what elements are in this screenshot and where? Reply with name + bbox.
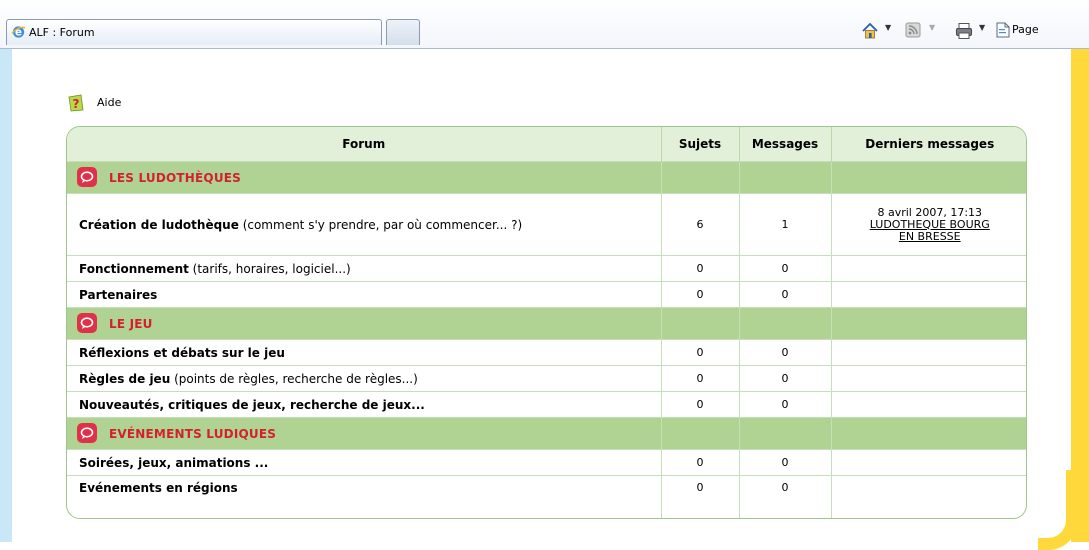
category-cell: LES LUDOTHÈQUES (67, 161, 662, 194)
category-title[interactable]: LE JEU (109, 317, 153, 331)
forum-link[interactable]: Soirées, jeux, animations ... (79, 456, 268, 470)
messages-count: 0 (739, 339, 832, 366)
print-icon (956, 23, 972, 39)
home-button[interactable]: ▼ (859, 20, 895, 42)
category-title[interactable]: LES LUDOTHÈQUES (109, 171, 241, 185)
command-bar: ▼ ▼ ▼ Page (859, 20, 1089, 42)
category-icon (77, 167, 97, 187)
home-icon (862, 22, 878, 39)
messages-count: 0 (739, 391, 832, 418)
forum-cell: Nouveautés, critiques de jeux, recherche… (67, 391, 662, 418)
topics-count: 0 (661, 449, 740, 476)
messages-count: 0 (739, 365, 832, 392)
forum-cell: Partenaires (67, 281, 662, 308)
col-header-forum: Forum (67, 127, 662, 162)
forum-link[interactable]: Nouveautés, critiques de jeux, recherche… (79, 398, 425, 412)
last-post-cell (831, 255, 1026, 282)
topics-count: 6 (661, 193, 740, 256)
last-post-cell (831, 391, 1026, 418)
forum-link[interactable]: Réflexions et débats sur le jeu (79, 346, 285, 360)
forum-link[interactable]: Règles de jeu (79, 372, 170, 386)
page-menu-label: Page (1012, 23, 1039, 36)
page-corner-decoration (1038, 470, 1078, 550)
forum-link[interactable]: Création de ludothèque (79, 218, 239, 232)
tab-title: ALF : Forum (29, 26, 95, 39)
page-right-border (1071, 49, 1089, 542)
feeds-icon (905, 22, 921, 38)
feeds-button[interactable]: ▼ (903, 20, 943, 42)
forum-row: Création de ludothèque (comment s'y pren… (67, 193, 1026, 256)
forum-cell: Evénements en régions (67, 475, 662, 518)
page-left-border (0, 49, 12, 542)
page-icon (996, 22, 1010, 38)
category-cell: LE JEU (67, 307, 662, 340)
category-row: LE JEU (67, 307, 1026, 340)
messages-count: 0 (739, 255, 832, 282)
last-post-cell (831, 281, 1026, 308)
forum-description: (comment s'y prendre, par où commencer..… (238, 217, 523, 232)
category-title[interactable]: EVÉNEMENTS LUDIQUES (109, 427, 276, 441)
category-icon (77, 423, 97, 443)
forum-row: Evénements en régions 0 0 (67, 475, 1026, 518)
forum-link[interactable]: Partenaires (79, 288, 157, 302)
last-post-author-line2: EN BRESSE (898, 229, 961, 243)
forum-row: Fonctionnement (tarifs, horaires, logici… (67, 255, 1026, 282)
messages-count: 0 (739, 281, 832, 308)
messages-count: 0 (739, 449, 832, 476)
forum-row: Nouveautés, critiques de jeux, recherche… (67, 391, 1026, 418)
last-post-cell (831, 475, 1026, 518)
forum-cell: Création de ludothèque (comment s'y pren… (67, 193, 662, 256)
print-button[interactable]: ▼ (953, 20, 989, 42)
forum-cell: Fonctionnement (tarifs, horaires, logici… (67, 255, 662, 282)
forum-cell: Réflexions et débats sur le jeu (67, 339, 662, 366)
col-header-messages: Messages (739, 127, 832, 162)
topics-count: 0 (661, 475, 740, 518)
forum-cell: Soirées, jeux, animations ... (67, 449, 662, 476)
help-label: Aide (97, 96, 122, 109)
category-row: EVÉNEMENTS LUDIQUES (67, 417, 1026, 450)
table-header-row: Forum Sujets Messages Derniers messages (67, 127, 1026, 162)
topics-count: 0 (661, 339, 740, 366)
messages-count: 0 (739, 475, 832, 518)
browser-tab-strip: e ALF : Forum ▼ ▼ ▼ Page (0, 0, 1089, 49)
ie-icon: e (11, 26, 26, 39)
topics-count: 0 (661, 391, 740, 418)
last-post-cell (831, 365, 1026, 392)
category-cell: EVÉNEMENTS LUDIQUES (67, 417, 662, 450)
last-post-cell: 8 avril 2007, 17:13 LUDOTHEQUE BOURG EN B… (831, 193, 1026, 256)
forum-link[interactable]: Evénements en régions (79, 481, 238, 495)
last-post-cell (831, 339, 1026, 366)
category-icon (77, 313, 97, 333)
svg-text:?: ? (73, 97, 80, 111)
new-tab-button[interactable] (386, 19, 420, 45)
forum-link[interactable]: Fonctionnement (79, 262, 189, 276)
forum-row: Partenaires 0 0 (67, 281, 1026, 308)
last-post-cell (831, 449, 1026, 476)
forum-index-table: Forum Sujets Messages Derniers messages … (66, 126, 1027, 519)
forum-row: Soirées, jeux, animations ... 0 0 (67, 449, 1026, 476)
col-header-topics: Sujets (661, 127, 740, 162)
help-icon: ? (68, 94, 84, 112)
last-post-author-link[interactable]: LUDOTHEQUE BOURG EN BRESSE (870, 218, 990, 243)
page-menu-button[interactable]: Page (995, 20, 1055, 42)
col-header-last-posts: Derniers messages (831, 127, 1026, 162)
forum-cell: Règles de jeu (points de règles, recherc… (67, 365, 662, 392)
topics-count: 0 (661, 281, 740, 308)
forum-description: (tarifs, horaires, logiciel...) (188, 261, 351, 276)
category-row: LES LUDOTHÈQUES (67, 161, 1026, 194)
forum-row: Réflexions et débats sur le jeu 0 0 (67, 339, 1026, 366)
topics-count: 0 (661, 365, 740, 392)
messages-count: 1 (739, 193, 832, 256)
topics-count: 0 (661, 255, 740, 282)
forum-description: (points de règles, recherche de règles..… (170, 371, 418, 386)
browser-tab-active[interactable]: e ALF : Forum (6, 19, 382, 45)
forum-row: Règles de jeu (points de règles, recherc… (67, 365, 1026, 392)
